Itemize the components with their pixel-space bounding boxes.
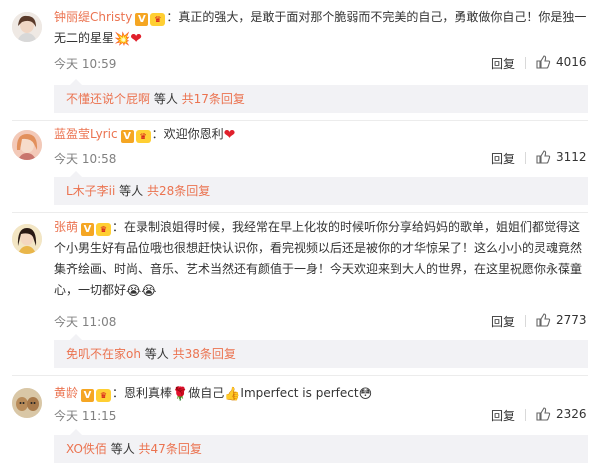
comment-meta: 今天 10:58 回复 3112 bbox=[54, 150, 588, 166]
divider bbox=[525, 152, 526, 164]
comment-content: ：欢迎你恩利 bbox=[151, 127, 224, 141]
crown-icon: ♛ bbox=[96, 223, 112, 236]
comment-content: ：恩利真棒 bbox=[112, 386, 173, 400]
reply-others-label: 等人 bbox=[106, 442, 139, 456]
divider bbox=[525, 57, 526, 69]
comment-meta: 今天 11:08 回复 2773 bbox=[54, 313, 588, 329]
star-burst-icon: 💥 bbox=[114, 32, 131, 47]
divider bbox=[525, 409, 526, 421]
like-count: 3112 bbox=[556, 150, 587, 164]
reply-username[interactable]: 不懂还说个屁啊 bbox=[66, 92, 150, 106]
comment-content: Imperfect is perfect bbox=[240, 386, 359, 400]
view-replies-link[interactable]: 共17条回复 bbox=[182, 92, 245, 106]
comment-text: 钟丽缇Christy V ♛ ：真正的强大，是敢于面对那个脆弱而不完美的自己，勇敢做你… bbox=[54, 7, 588, 50]
thumbs-up-icon[interactable] bbox=[535, 312, 551, 328]
face-icon: 😭 bbox=[126, 284, 142, 299]
comment-divider bbox=[12, 375, 588, 376]
like-count: 2326 bbox=[556, 407, 587, 421]
avatar[interactable] bbox=[12, 224, 42, 254]
username-link[interactable]: 蓝盈莹Lyric bbox=[54, 127, 118, 141]
username-link[interactable]: 钟丽缇Christy bbox=[54, 10, 132, 24]
crown-icon: ♛ bbox=[96, 389, 112, 402]
view-replies-link[interactable]: 共47条回复 bbox=[139, 442, 202, 456]
avatar[interactable] bbox=[12, 130, 42, 160]
comment-meta: 今天 11:15 回复 2326 bbox=[54, 407, 588, 423]
divider bbox=[525, 315, 526, 327]
timestamp: 今天 11:15 bbox=[54, 409, 117, 423]
comment-text: 黄龄 V ♛ ：恩利真棒🌹做自己👍Imperfect is perfect😳 bbox=[54, 383, 588, 405]
reply-others-label: 等人 bbox=[150, 92, 182, 106]
like-count: 4016 bbox=[556, 55, 587, 69]
reply-button[interactable]: 回复 bbox=[491, 313, 515, 330]
timestamp: 今天 10:58 bbox=[54, 152, 117, 166]
face-icon: 😳 bbox=[358, 387, 373, 402]
verified-badge-icon: V bbox=[135, 13, 149, 26]
verified-badge-icon: V bbox=[81, 223, 95, 236]
verified-badge-icon: V bbox=[120, 130, 134, 143]
rose-icon: 🌹 bbox=[172, 387, 189, 402]
reply-others-label: 等人 bbox=[140, 347, 173, 361]
timestamp: 今天 11:08 bbox=[54, 315, 117, 329]
heart-icon: ❤ bbox=[223, 127, 236, 143]
view-replies-link[interactable]: 共28条回复 bbox=[147, 184, 210, 198]
thumbs-up-emoji-icon: 👍 bbox=[224, 387, 241, 402]
thumbs-up-icon[interactable] bbox=[535, 406, 551, 422]
thumbs-up-icon[interactable] bbox=[535, 149, 551, 165]
like-count: 2773 bbox=[556, 313, 587, 327]
crown-icon: ♛ bbox=[150, 13, 166, 26]
crown-icon: ♛ bbox=[135, 130, 151, 143]
comment-text: 蓝盈莹Lyric V ♛ ：欢迎你恩利❤ bbox=[54, 124, 588, 146]
reply-button[interactable]: 回复 bbox=[491, 150, 515, 167]
view-replies-link[interactable]: 共38条回复 bbox=[173, 347, 236, 361]
replies-summary[interactable]: 不懂还说个屁啊 等人 共17条回复 bbox=[54, 79, 588, 113]
avatar[interactable] bbox=[12, 388, 42, 418]
reply-button[interactable]: 回复 bbox=[491, 55, 515, 72]
verified-badge-icon: V bbox=[81, 389, 95, 402]
reply-username[interactable]: XO佚佰 bbox=[66, 442, 107, 456]
reply-username[interactable]: 免叽不在家oh bbox=[66, 347, 141, 361]
comment-divider bbox=[12, 120, 588, 121]
avatar[interactable] bbox=[12, 12, 42, 42]
timestamp: 今天 10:59 bbox=[54, 57, 117, 71]
reply-username[interactable]: L木子李ii bbox=[66, 184, 115, 198]
thumbs-up-icon[interactable] bbox=[535, 54, 551, 70]
replies-summary[interactable]: 免叽不在家oh 等人 共38条回复 bbox=[54, 334, 588, 368]
comment-divider bbox=[12, 212, 588, 213]
comment-content: 做自己 bbox=[188, 386, 225, 400]
replies-summary[interactable]: XO佚佰 等人 共47条回复 bbox=[54, 429, 588, 463]
comment-meta: 今天 10:59 回复 4016 bbox=[54, 55, 588, 71]
comment-text: 张萌 V ♛ ：在录制浪姐得时候，我经常在早上化妆的时候听你分享给妈妈的歌单，姐姐们都… bbox=[54, 217, 588, 302]
heart-icon: ❤ bbox=[130, 31, 142, 47]
reply-button[interactable]: 回复 bbox=[491, 407, 515, 424]
username-link[interactable]: 黄龄 bbox=[54, 386, 78, 400]
reply-others-label: 等人 bbox=[115, 184, 147, 198]
face-icon: 😭 bbox=[141, 284, 157, 299]
username-link[interactable]: 张萌 bbox=[54, 220, 78, 234]
replies-summary[interactable]: L木子李ii 等人 共28条回复 bbox=[54, 171, 588, 205]
